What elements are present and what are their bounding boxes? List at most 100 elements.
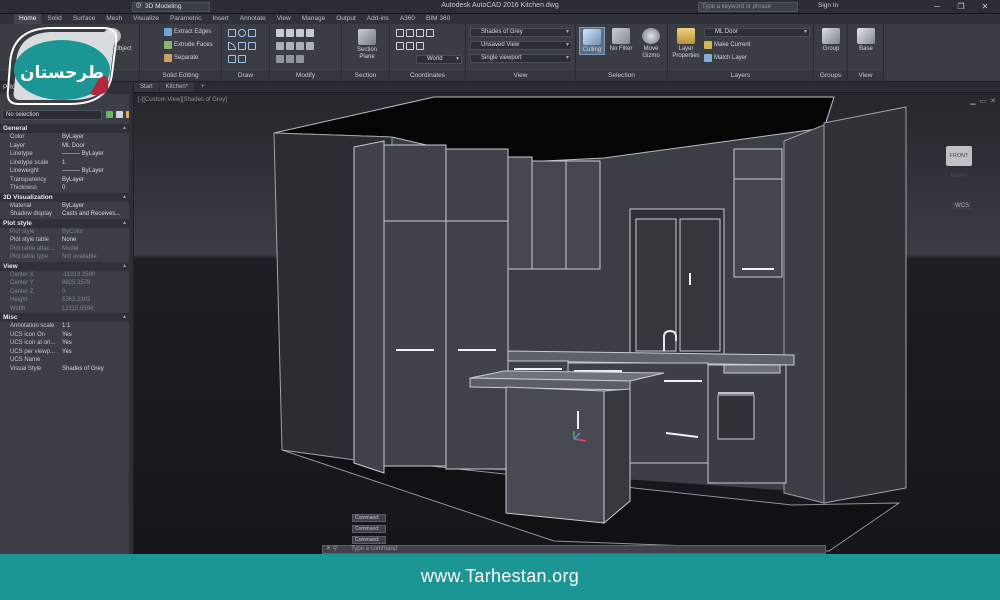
drawing-area[interactable]: Start Kitchen* + [-][Custom View][Shades…	[134, 82, 1000, 554]
ucs-object-icon[interactable]	[416, 42, 424, 50]
tab-bim360[interactable]: BIM 360	[421, 14, 455, 24]
property-value[interactable]: -11913.2590	[58, 271, 130, 280]
tab-parametric[interactable]: Parametric	[165, 14, 206, 24]
ucs-origin-icon[interactable]	[406, 29, 414, 37]
move-gizmo-button[interactable]: Move Gizmo	[637, 28, 665, 60]
property-value[interactable]: ——— ByLayer	[58, 150, 130, 159]
property-row[interactable]: UCS icon On Yes	[0, 331, 130, 340]
make-current-button[interactable]: Make Current	[704, 41, 750, 49]
property-row[interactable]: Transparency ByLayer	[0, 176, 130, 185]
kitchen-3d-model[interactable]	[134, 93, 1000, 554]
property-row[interactable]: Height 5363.2303	[0, 296, 130, 305]
group-button[interactable]: Group	[818, 28, 844, 53]
property-row[interactable]: Material ByLayer	[0, 202, 130, 211]
viewport-minimize-icon[interactable]: ▁	[970, 97, 975, 105]
command-line-close-icon[interactable]: ✕ ⚲	[326, 546, 337, 553]
search-input[interactable]: Type a keyword or phrase	[698, 2, 798, 12]
property-value[interactable]: ByLayer	[58, 202, 130, 211]
tab-a360[interactable]: A360	[395, 14, 420, 24]
property-value[interactable]: Casts and Receives...	[58, 210, 130, 219]
match-layer-button[interactable]: Match Layer	[704, 54, 747, 62]
file-tab-start[interactable]: Start	[134, 82, 159, 92]
viewport-config-dropdown[interactable]: Single viewport	[470, 54, 572, 63]
ucs-dropdown[interactable]: World	[416, 55, 462, 64]
property-row[interactable]: Center Z 0	[0, 288, 130, 297]
tab-visualize[interactable]: Visualize	[128, 14, 164, 24]
copy-icon[interactable]	[286, 29, 294, 37]
polyline-icon[interactable]	[238, 42, 246, 50]
property-row[interactable]: Plot style ByColor	[0, 228, 130, 237]
hatch-icon[interactable]	[238, 55, 246, 63]
line-icon[interactable]	[228, 29, 236, 37]
property-row[interactable]: Linetype ——— ByLayer	[0, 150, 130, 159]
property-value[interactable]: 1:1	[58, 322, 130, 331]
property-row[interactable]: Lineweight ——— ByLayer	[0, 167, 130, 176]
viewport-controls-label[interactable]: [-][Custom View][Shades of Grey]	[138, 97, 227, 103]
rectangle-icon[interactable]	[248, 29, 256, 37]
tab-annotate[interactable]: Annotate	[235, 14, 271, 24]
new-tab-button[interactable]: +	[195, 82, 211, 92]
property-row[interactable]: Layer ML Door	[0, 142, 130, 151]
property-value[interactable]: 5363.2303	[58, 296, 130, 305]
viewcube-face[interactable]: FRONT RIGHT	[946, 146, 972, 179]
tab-add-ins[interactable]: Add-ins	[362, 14, 394, 24]
stretch-icon[interactable]	[276, 42, 284, 50]
property-value[interactable]: ByLayer	[58, 133, 130, 142]
no-filter-button[interactable]: No Filter	[607, 28, 635, 53]
ucs-icon[interactable]	[396, 29, 404, 37]
property-row[interactable]: Color ByLayer	[0, 133, 130, 142]
layer-dropdown[interactable]: ML Door	[704, 28, 810, 37]
array-icon[interactable]	[296, 42, 304, 50]
section-plane-button[interactable]: Section Plane	[351, 29, 383, 61]
tab-output[interactable]: Output	[331, 14, 361, 24]
property-row[interactable]: Width 12113.9594	[0, 305, 130, 314]
file-tab-kitchen[interactable]: Kitchen*	[159, 82, 195, 92]
property-value[interactable]: ML Door	[58, 142, 130, 151]
property-value[interactable]: ByLayer	[58, 176, 130, 185]
erase-icon[interactable]	[296, 55, 304, 63]
property-value[interactable]: Yes	[58, 331, 130, 340]
property-row[interactable]: Visual Style Shades of Grey	[0, 365, 130, 374]
trim-icon[interactable]	[286, 55, 294, 63]
property-value[interactable]	[58, 356, 130, 365]
property-row[interactable]: Center X -11913.2590	[0, 271, 130, 280]
visual-style-dropdown[interactable]: Shades of Grey	[470, 28, 572, 37]
viewcube[interactable]: FRONT RIGHT	[942, 140, 974, 179]
ucs-view-icon[interactable]	[406, 42, 414, 50]
ucs-x-icon[interactable]	[416, 29, 424, 37]
property-value[interactable]: 12113.9594	[58, 305, 130, 314]
property-section-header[interactable]: View	[0, 261, 130, 271]
property-value[interactable]: 8825.2578	[58, 279, 130, 288]
ucs-z-icon[interactable]	[396, 42, 404, 50]
command-input[interactable]: Type a command	[351, 546, 397, 553]
restore-icon[interactable]: ❐	[950, 1, 972, 12]
arc-icon[interactable]	[228, 42, 236, 50]
toggle-pickadd-icon[interactable]	[106, 111, 113, 118]
circle-icon[interactable]	[238, 29, 246, 37]
property-row[interactable]: UCS icon at ori... Yes	[0, 339, 130, 348]
ucs-y-icon[interactable]	[426, 29, 434, 37]
property-value[interactable]: Yes	[58, 339, 130, 348]
rotate-icon[interactable]	[296, 29, 304, 37]
extrude-faces-button[interactable]: Extrude Faces	[164, 41, 213, 49]
spline-icon[interactable]	[228, 55, 236, 63]
tab-solid[interactable]: Solid	[42, 14, 66, 24]
move-icon[interactable]	[276, 29, 284, 37]
close-icon[interactable]: ✕	[974, 1, 996, 12]
viewport-restore-icon[interactable]: ▭	[980, 97, 987, 105]
sign-in-button[interactable]: Sign In	[818, 2, 838, 9]
property-value[interactable]: 0	[58, 288, 130, 297]
fillet-icon[interactable]	[276, 55, 284, 63]
tab-home[interactable]: Home	[14, 14, 42, 24]
property-value[interactable]: Yes	[58, 348, 130, 357]
mirror-icon[interactable]	[306, 29, 314, 37]
selection-dropdown[interactable]: No selection	[2, 110, 102, 120]
property-row[interactable]: Shadow display Casts and Receives...	[0, 210, 130, 219]
property-section-header[interactable]: Misc	[0, 313, 130, 322]
tab-mesh[interactable]: Mesh	[101, 14, 127, 24]
property-value[interactable]: 1	[58, 159, 130, 168]
property-value[interactable]: ——— ByLayer	[58, 167, 130, 176]
property-row[interactable]: Linetype scale 1	[0, 159, 130, 168]
tab-view[interactable]: View	[272, 14, 296, 24]
minimize-icon[interactable]: ─	[926, 1, 948, 12]
